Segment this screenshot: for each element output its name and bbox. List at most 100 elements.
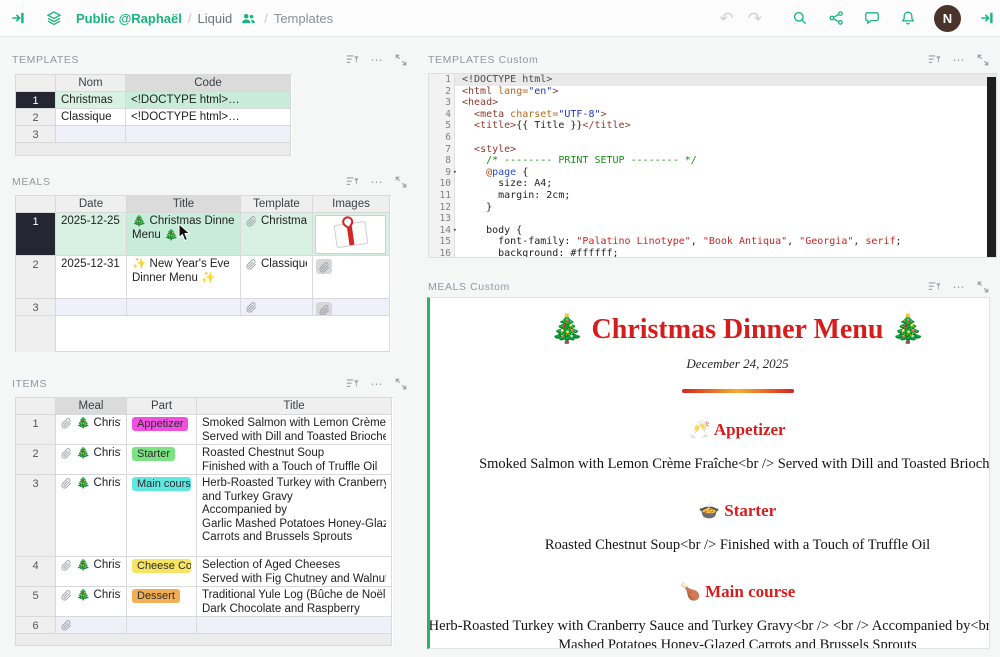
- code-editor-scrollbar[interactable]: [987, 77, 996, 257]
- column-header-code[interactable]: Code: [126, 75, 291, 92]
- corner-header-cell[interactable]: [16, 75, 56, 92]
- cell-meal[interactable]: 🎄 Christ…: [56, 557, 127, 587]
- column-header-meal[interactable]: Meal: [56, 398, 127, 415]
- code-line[interactable]: 4 <meta charset="UTF-8">: [429, 109, 996, 121]
- code-line[interactable]: 12 }: [429, 202, 996, 214]
- fold-marker-icon[interactable]: ▾: [453, 167, 457, 179]
- code-line[interactable]: 14▾ body {: [429, 225, 996, 237]
- row-number[interactable]: 2: [16, 256, 56, 299]
- cell-code[interactable]: <!DOCTYPE html>…: [126, 109, 291, 126]
- cell-images[interactable]: [313, 213, 390, 256]
- code-line[interactable]: 9▾ @page {: [429, 167, 996, 179]
- corner-header-cell[interactable]: [16, 398, 56, 415]
- templates-table[interactable]: NomCode 1Christmas<!DOCTYPE html>… 2Classi…: [15, 74, 292, 156]
- cell-nom[interactable]: Christmas: [56, 92, 126, 109]
- cell-date[interactable]: 2025-12-31: [56, 256, 127, 299]
- code-line[interactable]: 10 size: A4;: [429, 178, 996, 190]
- cell-part[interactable]: [127, 617, 197, 634]
- expand-icon[interactable]: [394, 377, 407, 390]
- cell-nom[interactable]: [56, 126, 126, 143]
- code-line[interactable]: 1<!DOCTYPE html>: [429, 74, 996, 86]
- cell-title[interactable]: Herb-Roasted Turkey with Cranberry Sauce…: [197, 475, 392, 557]
- add-attachment-button[interactable]: [316, 259, 332, 274]
- cell-meal[interactable]: 🎄 Christ…: [56, 587, 127, 617]
- options-icon[interactable]: ⋯: [370, 53, 383, 66]
- chat-icon[interactable]: [863, 9, 881, 27]
- code-line[interactable]: 13: [429, 213, 996, 225]
- breadcrumb-workspace[interactable]: Public @Raphaël: [76, 11, 182, 26]
- collapse-right-panel-icon[interactable]: [978, 9, 996, 27]
- row-number[interactable]: 2: [16, 445, 56, 475]
- row-number[interactable]: 1: [16, 92, 56, 109]
- cell-template[interactable]: Christmas: [241, 213, 313, 256]
- filter-icon[interactable]: [346, 175, 359, 188]
- code-line[interactable]: 5 <title>{{ Title }}</title>: [429, 120, 996, 132]
- cell-meal[interactable]: 🎄 Christ…: [56, 445, 127, 475]
- options-icon[interactable]: ⋯: [370, 175, 383, 188]
- row-number[interactable]: 6: [16, 617, 56, 634]
- image-attachment-thumbnail[interactable]: [315, 215, 386, 254]
- cell-title[interactable]: [197, 617, 392, 634]
- code-line[interactable]: 7 <style>: [429, 144, 996, 156]
- share-users-icon[interactable]: [239, 9, 257, 27]
- collapse-left-panel-icon[interactable]: [9, 9, 27, 27]
- expand-icon[interactable]: [394, 53, 407, 66]
- column-header-nom[interactable]: Nom: [56, 75, 126, 92]
- cell-title[interactable]: [127, 299, 241, 316]
- items-table[interactable]: MealPartTitle1🎄 Christ…AppetizerSmoked S…: [15, 397, 393, 646]
- breadcrumb-document[interactable]: Liquid: [198, 11, 233, 26]
- filter-icon[interactable]: [928, 280, 941, 293]
- meals-table[interactable]: DateTitleTemplateImages12025-12-25🎄 Chri…: [15, 195, 391, 352]
- row-number[interactable]: 4: [16, 557, 56, 587]
- code-line[interactable]: 6: [429, 132, 996, 144]
- cell-part[interactable]: Main course: [127, 475, 197, 557]
- row-number[interactable]: 1: [16, 213, 56, 256]
- cell-date[interactable]: 2025-12-25: [56, 213, 127, 256]
- share-icon[interactable]: [827, 9, 845, 27]
- cell-title[interactable]: Selection of Aged CheesesServed with Fig…: [197, 557, 392, 587]
- cell-part[interactable]: Appetizer: [127, 415, 197, 445]
- cell-title[interactable]: ✨ New Year's EveDinner Menu ✨: [127, 256, 241, 299]
- cell-code[interactable]: <!DOCTYPE html>…: [126, 92, 291, 109]
- avatar[interactable]: N: [934, 5, 961, 32]
- cell-part[interactable]: Cheese Co…: [127, 557, 197, 587]
- row-number[interactable]: 2: [16, 109, 56, 126]
- filter-icon[interactable]: [346, 377, 359, 390]
- cell-images[interactable]: [313, 299, 390, 316]
- code-line[interactable]: 2<html lang="en">: [429, 86, 996, 98]
- cell-part[interactable]: Dessert: [127, 587, 197, 617]
- column-header-template[interactable]: Template: [241, 196, 313, 213]
- cell-nom[interactable]: Classique: [56, 109, 126, 126]
- options-icon[interactable]: ⋯: [952, 53, 965, 66]
- filter-icon[interactable]: [928, 53, 941, 66]
- row-number[interactable]: 3: [16, 299, 56, 316]
- column-header-part[interactable]: Part: [127, 398, 197, 415]
- expand-icon[interactable]: [976, 53, 989, 66]
- cell-title[interactable]: Roasted Chestnut SoupFinished with a Tou…: [197, 445, 392, 475]
- row-number[interactable]: 3: [16, 475, 56, 557]
- search-icon[interactable]: [791, 9, 809, 27]
- code-line[interactable]: 11 margin: 2cm;: [429, 190, 996, 202]
- code-line[interactable]: 8 /* -------- PRINT SETUP -------- */: [429, 155, 996, 167]
- cell-meal[interactable]: 🎄 Christ…: [56, 415, 127, 445]
- filter-icon[interactable]: [346, 53, 359, 66]
- options-icon[interactable]: ⋯: [952, 280, 965, 293]
- code-line[interactable]: 15 font-family: "Palatino Linotype", "Bo…: [429, 236, 996, 248]
- cell-meal[interactable]: [56, 617, 127, 634]
- redo-icon[interactable]: ↷: [748, 10, 762, 27]
- undo-icon[interactable]: ↶: [720, 10, 734, 27]
- row-number[interactable]: 3: [16, 126, 56, 143]
- options-icon[interactable]: ⋯: [370, 377, 383, 390]
- column-header-title[interactable]: Title: [197, 398, 392, 415]
- code-editor[interactable]: 1<!DOCTYPE html>2<html lang="en">3<head>…: [428, 73, 997, 258]
- cell-part[interactable]: Starter: [127, 445, 197, 475]
- cell-title[interactable]: Traditional Yule Log (Bûche de Noël)Dark…: [197, 587, 392, 617]
- row-number[interactable]: 1: [16, 415, 56, 445]
- corner-header-cell[interactable]: [16, 196, 56, 213]
- fold-marker-icon[interactable]: ▾: [453, 225, 457, 237]
- expand-icon[interactable]: [394, 175, 407, 188]
- row-number[interactable]: 5: [16, 587, 56, 617]
- cell-template[interactable]: Classique: [241, 256, 313, 299]
- code-line[interactable]: 16 background: #ffffff;: [429, 248, 996, 258]
- cell-images[interactable]: [313, 256, 390, 299]
